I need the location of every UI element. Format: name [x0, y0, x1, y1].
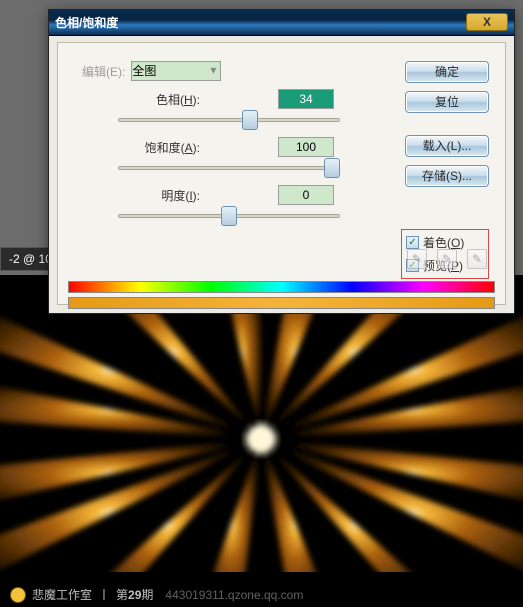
- load-button[interactable]: 载入(L)...: [405, 135, 489, 157]
- lightness-thumb[interactable]: [221, 206, 237, 226]
- eyedropper-group: ✎ ✎ ✎: [407, 249, 487, 269]
- footer-issue: 第29期: [116, 586, 153, 603]
- dialog-title: 色相/饱和度: [55, 14, 118, 31]
- saturation-slider[interactable]: [118, 159, 340, 177]
- emoji-icon: [10, 587, 26, 603]
- hue-saturation-dialog: 色相/饱和度 X 编辑(E): 全图 确定 复位 载入(L)... 存储(S).…: [48, 9, 515, 314]
- edit-row: 编辑(E): 全图: [82, 61, 221, 81]
- reset-button[interactable]: 复位: [405, 91, 489, 113]
- button-column: 确定 复位 载入(L)... 存储(S)...: [405, 61, 489, 187]
- hue-row: 色相(H): 34: [68, 89, 334, 109]
- hue-input[interactable]: 34: [278, 89, 334, 109]
- ok-button[interactable]: 确定: [405, 61, 489, 83]
- hue-label: 色相(H):: [68, 91, 208, 108]
- footer-url: 443019311.qzone.qq.com: [165, 588, 303, 602]
- checkbox-icon: ✓: [406, 236, 419, 249]
- hue-track: [118, 118, 340, 122]
- footer-watermark: 悲魔工作室 丨 第29期 443019311.qzone.qq.com: [10, 586, 303, 603]
- saturation-input[interactable]: 100: [278, 137, 334, 157]
- result-color-bar: [68, 297, 495, 309]
- hue-thumb[interactable]: [242, 110, 258, 130]
- hue-spectrum-bar: [68, 281, 495, 293]
- eyedropper-minus-icon[interactable]: ✎: [467, 249, 487, 269]
- saturation-track: [118, 166, 340, 170]
- dialog-titlebar[interactable]: 色相/饱和度 X: [49, 10, 514, 36]
- canvas-preview: [0, 314, 523, 572]
- footer-studio: 悲魔工作室: [32, 586, 92, 603]
- lightness-input[interactable]: 0: [278, 185, 334, 205]
- edit-channel-combo[interactable]: 全图: [131, 61, 221, 81]
- save-button[interactable]: 存储(S)...: [405, 165, 489, 187]
- dialog-panel: 编辑(E): 全图 确定 复位 载入(L)... 存储(S)... 色相(H):…: [57, 42, 506, 305]
- lightness-label: 明度(I):: [68, 187, 208, 204]
- close-button[interactable]: X: [466, 13, 508, 31]
- lightness-slider[interactable]: [118, 207, 340, 225]
- eyedropper-plus-icon[interactable]: ✎: [437, 249, 457, 269]
- footer-sep: 丨: [98, 586, 110, 603]
- saturation-row: 饱和度(A): 100: [68, 137, 334, 157]
- eyedropper-icon[interactable]: ✎: [407, 249, 427, 269]
- hue-slider[interactable]: [118, 111, 340, 129]
- edit-label: 编辑(E):: [82, 63, 125, 80]
- saturation-label: 饱和度(A):: [68, 139, 208, 156]
- saturation-thumb[interactable]: [324, 158, 340, 178]
- lightness-row: 明度(I): 0: [68, 185, 334, 205]
